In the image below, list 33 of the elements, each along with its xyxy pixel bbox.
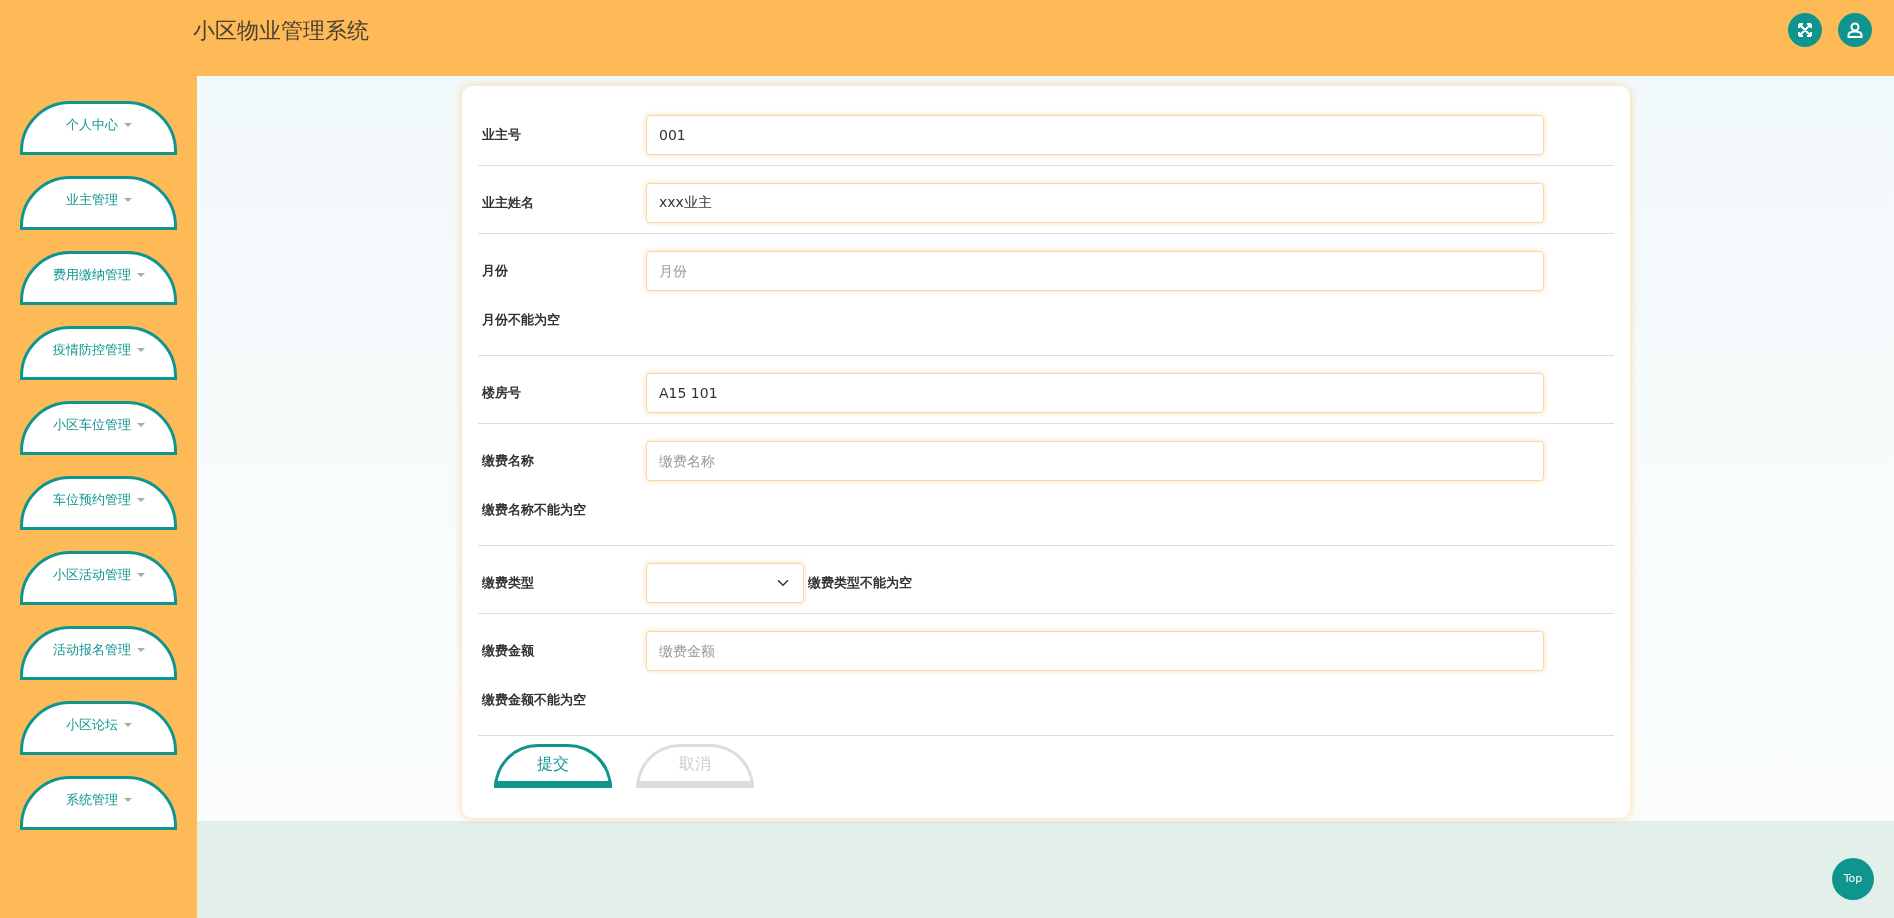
field-label: 月份 bbox=[482, 262, 509, 281]
field-label: 缴费名称 bbox=[482, 452, 535, 471]
menu-item[interactable]: 小区活动管理 bbox=[20, 551, 177, 605]
input-field[interactable]: 缴费金额 bbox=[646, 631, 1544, 671]
menu-item[interactable]: 活动报名管理 bbox=[20, 626, 177, 680]
field-label: 业主姓名 bbox=[482, 194, 535, 213]
menu-item[interactable]: 小区车位管理 bbox=[20, 401, 177, 455]
input-field[interactable]: 月份 bbox=[646, 251, 1544, 291]
field-label: 楼房号 bbox=[482, 384, 522, 403]
input-field[interactable]: A15 101 bbox=[646, 373, 1544, 413]
menu-item[interactable]: 小区论坛 bbox=[20, 701, 177, 755]
error-message: 缴费金额不能为空 bbox=[482, 692, 586, 707]
user-icon[interactable] bbox=[1838, 13, 1872, 47]
error-message: 月份不能为空 bbox=[482, 312, 560, 327]
error-message: 缴费名称不能为空 bbox=[482, 502, 586, 517]
menu-item[interactable]: 系统管理 bbox=[20, 776, 177, 830]
input-field[interactable]: 缴费名称 bbox=[646, 441, 1544, 481]
error-message: 缴费类型不能为空 bbox=[808, 574, 912, 593]
field-label: 缴费金额 bbox=[482, 642, 535, 661]
menu-item[interactable]: 车位预约管理 bbox=[20, 476, 177, 530]
back-to-top-button[interactable]: Top bbox=[1832, 858, 1874, 900]
menu-item[interactable]: 业主管理 bbox=[20, 176, 177, 230]
fullscreen-icon[interactable] bbox=[1788, 13, 1822, 47]
select-field[interactable] bbox=[646, 563, 804, 603]
menu-item[interactable]: 疫情防控管理 bbox=[20, 326, 177, 380]
input-field[interactable]: xxx业主 bbox=[646, 183, 1544, 223]
app-title: 小区物业管理系统 bbox=[193, 16, 370, 45]
menu-item[interactable]: 费用缴纳管理 bbox=[20, 251, 177, 305]
submit-button[interactable]: 提交 bbox=[494, 744, 612, 788]
field-label: 缴费类型 bbox=[482, 574, 535, 593]
input-field[interactable]: 001 bbox=[646, 115, 1544, 155]
menu-item[interactable]: 个人中心 bbox=[20, 101, 177, 155]
field-label: 业主号 bbox=[482, 126, 522, 145]
